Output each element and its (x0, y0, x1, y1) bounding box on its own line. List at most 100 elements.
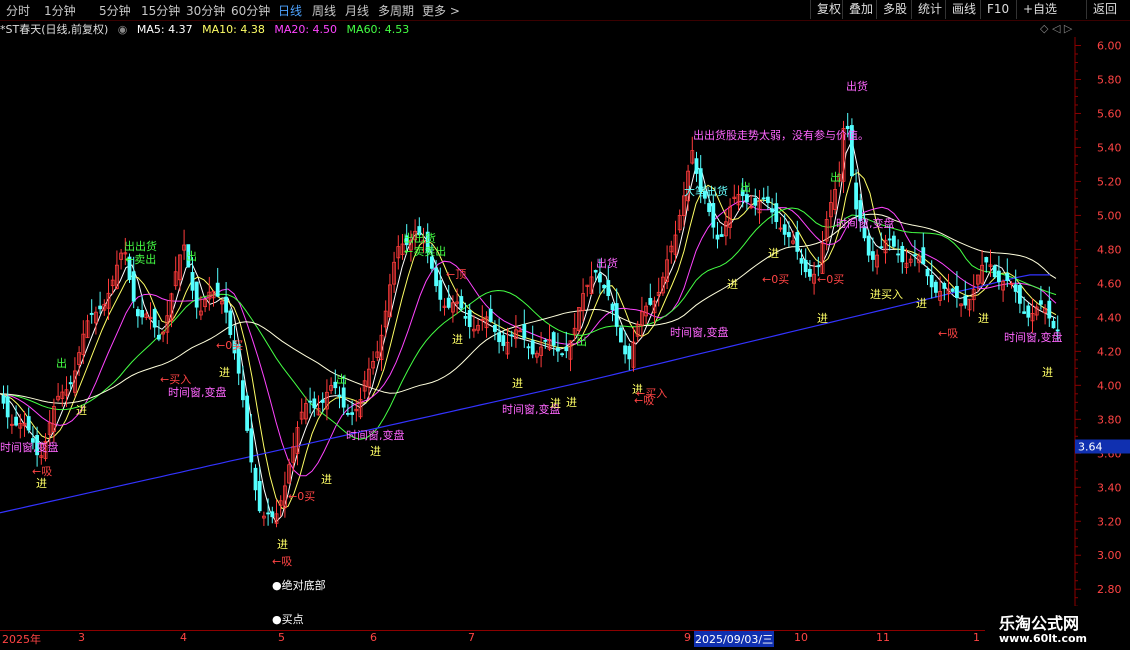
signal-red-label: ←0买 (288, 490, 315, 503)
period-toolbar: 分时 1分钟 5分钟 15分钟 30分钟 60分钟 日线 周线 月线 多周期 更… (0, 0, 1130, 21)
tab-5min[interactable]: 5分钟 (99, 2, 131, 19)
buy-point-label: ●买点 (272, 613, 304, 626)
candle-body (253, 467, 258, 491)
tab-timeshare[interactable]: 分时 (6, 2, 30, 19)
settings-icon[interactable]: ◉ (118, 23, 128, 36)
candle-body (694, 158, 699, 174)
candle-body (215, 282, 220, 297)
candle-body (610, 303, 615, 311)
candle-body (190, 272, 195, 291)
candle-body (434, 268, 439, 287)
candle-body (598, 273, 602, 283)
tab-1min[interactable]: 1分钟 (44, 2, 76, 19)
candle-body (719, 234, 724, 237)
signal-buy-label: 进 (219, 366, 230, 379)
candle-body (854, 182, 858, 210)
price-label: 5.40 (1097, 141, 1122, 154)
candle-body (871, 251, 875, 260)
candle-body (522, 324, 527, 339)
signal-window-label: 出货 (596, 256, 618, 270)
bottom-signal-label: ●绝对底部 (272, 578, 326, 592)
candle-body (14, 416, 19, 426)
candle-body (795, 232, 800, 252)
tab-60min[interactable]: 60分钟 (231, 2, 270, 19)
candle-body (992, 265, 997, 278)
price-label: 3.40 (1097, 481, 1122, 494)
candle-body (627, 345, 632, 360)
tab-15min[interactable]: 15分钟 (141, 2, 180, 19)
candle-body (560, 353, 564, 356)
candle-body (614, 303, 619, 327)
candle-body (1026, 305, 1031, 318)
stats-button[interactable]: 统计 (911, 0, 948, 19)
tab-more[interactable]: 更多 > (422, 2, 460, 19)
signal-sell-label: 出 (186, 249, 197, 263)
candle-body (950, 288, 955, 292)
long-trend-line (0, 274, 1050, 514)
chart-tool-icons[interactable]: ◇ ◁ ▷ (1040, 22, 1072, 35)
candle-body (925, 268, 930, 277)
candle-body (501, 335, 506, 346)
candle-body (492, 324, 497, 332)
candle-body (312, 398, 317, 409)
watermark-url: www.60lt.com (999, 632, 1088, 645)
candle-body (308, 400, 313, 403)
candle-body (623, 345, 627, 355)
add-watchlist-button[interactable]: +自选 (1016, 0, 1063, 19)
candle-body (530, 340, 535, 355)
candle-body (648, 297, 653, 305)
candle-body (997, 270, 1001, 283)
draw-button[interactable]: 画线 (945, 0, 982, 19)
candle-body (955, 285, 959, 299)
candle-body (1051, 320, 1056, 329)
signal-window-label: 时间窗,变盘 (1004, 330, 1063, 344)
kline-svg[interactable]: 出出货←卖出 出出出出出货←卖卖出出出出出货出货出出货股走势太弱，没有参与价值。时… (0, 37, 1130, 630)
candle-body (1, 395, 6, 404)
signal-window-label: 时间窗,变盘 (0, 440, 59, 454)
candle-body (131, 271, 136, 302)
candle-body (345, 413, 350, 415)
tab-multi-period[interactable]: 多周期 (378, 2, 414, 19)
overlay-button[interactable]: 叠加 (842, 0, 879, 19)
candle-body (257, 480, 262, 512)
price-label: 2.80 (1097, 583, 1122, 596)
candle-body (463, 316, 468, 319)
tab-monthly[interactable]: 月线 (345, 2, 369, 19)
current-price-label: 3.64 (1078, 440, 1103, 453)
signal-sell-label: 出 (336, 372, 347, 386)
ma20-value: MA20: 4.50 (274, 23, 338, 36)
price-label: 4.00 (1097, 379, 1122, 392)
tab-30min[interactable]: 30分钟 (186, 2, 225, 19)
candle-body (602, 284, 606, 289)
candle-body (152, 308, 157, 328)
candle-body (887, 238, 892, 241)
tab-weekly[interactable]: 周线 (312, 2, 336, 19)
kline-chart[interactable]: 出出货 ←卖出出出出出出货 ←卖卖出出出出出货 出货 出出货股走势太弱，没有参与价值。时… (0, 37, 1130, 633)
candle-body (140, 310, 145, 318)
signal-window-label: 出货 (846, 79, 868, 93)
signal-bigsell-label: 大笔出货 (684, 184, 728, 198)
candle-body (711, 203, 716, 228)
price-label: 5.00 (1097, 209, 1122, 222)
signal-red-label: ←吸 (272, 555, 292, 568)
candle-body (467, 310, 472, 328)
signal-window-label: 时间窗,变盘 (346, 428, 405, 442)
candle-body (249, 428, 254, 463)
signal-buy-label: 进 (916, 297, 927, 310)
candle-body (497, 332, 502, 343)
multi-stock-button[interactable]: 多股 (876, 0, 913, 19)
stock-title: *ST春天(日线,前复权) (0, 23, 109, 36)
candle-body (619, 327, 623, 343)
signal-buy-label: 进 (817, 312, 828, 325)
candle-body (745, 194, 749, 203)
signal-buy-label: 进 (36, 477, 47, 490)
candle-body (266, 512, 271, 515)
candle-body (98, 305, 102, 310)
price-label: 3.80 (1097, 413, 1122, 426)
f10-button[interactable]: F10 (980, 0, 1015, 19)
signal-red-label: ←吸 (32, 465, 52, 478)
tab-daily[interactable]: 日线 (278, 2, 302, 19)
signal-buy-label: 进 (768, 247, 779, 260)
time-label-sep: 9 (684, 631, 691, 644)
back-button[interactable]: 返回 (1086, 0, 1130, 19)
